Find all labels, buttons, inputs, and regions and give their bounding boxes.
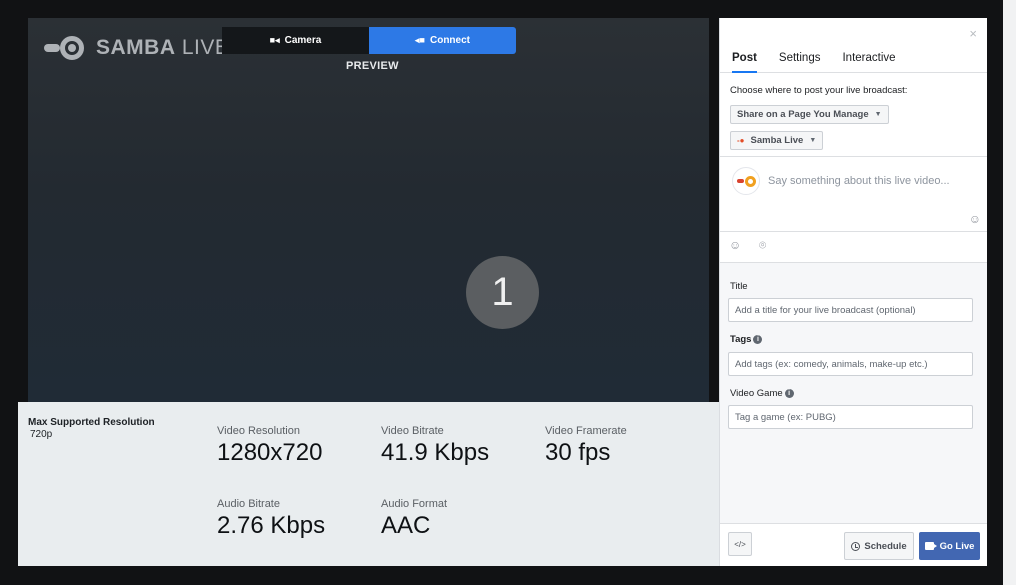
camera-tab[interactable]: ■◂ Camera: [222, 27, 369, 54]
connect-tab[interactable]: ◂■ Connect: [369, 27, 516, 54]
broadcast-panel: × Post Settings Interactive Choose where…: [719, 18, 987, 566]
samba-live-logo: SAMBA LIVE: [44, 36, 229, 60]
countdown-badge: 1: [466, 256, 539, 329]
stream-stats: Max Supported Resolution 720p Video Reso…: [18, 402, 720, 566]
tab-post[interactable]: Post: [732, 46, 757, 73]
samba-mini-icon: -●: [737, 136, 745, 145]
source-tabs: ■◂ Camera ◂■ Connect: [222, 27, 516, 54]
video-game-input[interactable]: [728, 405, 973, 429]
preview-label: PREVIEW: [346, 60, 399, 72]
scrollbar-track[interactable]: [1003, 0, 1016, 585]
video-resolution-stat: Video Resolution 1280x720: [217, 425, 323, 466]
schedule-button[interactable]: Schedule: [844, 532, 914, 560]
video-game-label: Video Game i: [730, 388, 794, 399]
video-bitrate-stat: Video Bitrate 41.9 Kbps: [381, 425, 490, 466]
title-input[interactable]: [728, 298, 973, 322]
embed-code-button[interactable]: </>: [728, 532, 752, 556]
tab-settings[interactable]: Settings: [779, 46, 821, 73]
caret-down-icon: ▼: [874, 111, 882, 118]
caret-down-icon: ▼: [809, 137, 817, 144]
audio-bitrate-stat: Audio Bitrate 2.76 Kbps: [217, 498, 326, 539]
panel-footer: </> Schedule Go Live: [720, 523, 987, 566]
page-avatar: [732, 167, 760, 195]
samba-logo-icon: [44, 36, 88, 60]
audio-format-stat: Audio Format AAC: [381, 498, 448, 539]
post-composer[interactable]: Say something about this live video... ☺: [720, 156, 987, 232]
composer-actions: ☺ ⌾: [720, 232, 987, 263]
composer-placeholder[interactable]: Say something about this live video...: [768, 175, 950, 187]
choose-destination-label: Choose where to post your live broadcast…: [730, 85, 908, 96]
location-pin-icon[interactable]: ⌾: [759, 238, 766, 253]
live-camera-icon: [924, 542, 937, 550]
info-icon: i: [784, 389, 794, 398]
tab-interactive[interactable]: Interactive: [842, 46, 895, 73]
close-icon[interactable]: ×: [969, 26, 977, 41]
info-icon: i: [753, 335, 763, 344]
go-live-button[interactable]: Go Live: [919, 532, 980, 560]
feeling-icon[interactable]: ☺: [729, 238, 741, 252]
logo-text: SAMBA LIVE: [96, 36, 230, 59]
max-resolution: Max Supported Resolution 720p: [28, 417, 155, 440]
tags-input[interactable]: [728, 352, 973, 376]
video-framerate-stat: Video Framerate 30 fps: [545, 425, 627, 466]
title-label: Title: [730, 281, 748, 292]
preview-area: SAMBA LIVE ■◂ Camera ◂■ Connect PREVIEW …: [28, 18, 709, 402]
tags-label: Tags i: [730, 334, 763, 345]
panel-tabs: Post Settings Interactive: [720, 46, 987, 73]
broadcast-fields: Title Tagsi Video Gamei: [720, 263, 987, 523]
share-destination-dropdown[interactable]: Share on a Page You Manage ▼: [730, 105, 889, 124]
clock-icon: [851, 541, 861, 551]
emoji-icon[interactable]: ☺: [969, 212, 981, 226]
page-select-dropdown[interactable]: -● Samba Live ▼: [730, 131, 824, 150]
video-camera-icon: ■◂: [269, 35, 280, 45]
connect-plug-icon: ◂■: [415, 35, 425, 45]
